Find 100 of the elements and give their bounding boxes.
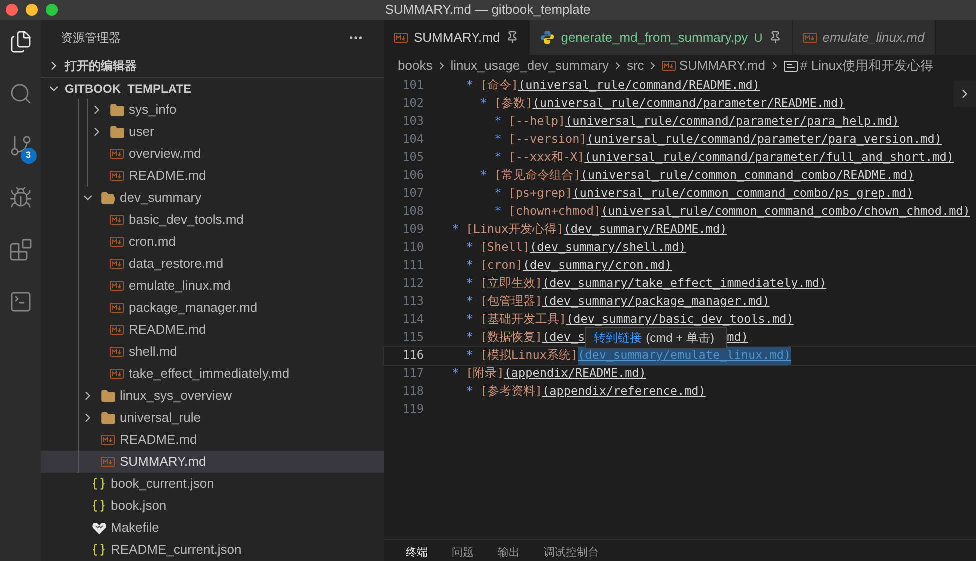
folder-icon: [100, 410, 116, 426]
link-url[interactable]: (appendix/reference.md): [542, 383, 706, 401]
link-label: [chown+chmod]: [508, 203, 602, 220]
breadcrumb-item[interactable]: src: [626, 56, 644, 76]
link-url[interactable]: (universal_rule/command/parameter/README.md): [532, 95, 846, 113]
link-url[interactable]: md): [727, 329, 748, 347]
link-label: [--version]: [508, 131, 587, 148]
folder-item[interactable]: user: [41, 121, 384, 143]
line-number: 101: [402, 77, 424, 94]
link-label: [数据恢复]: [480, 329, 543, 346]
folder-icon: [110, 124, 124, 140]
file-item[interactable]: basic_dev_tools.md: [41, 209, 384, 231]
folder-item[interactable]: universal_rule: [41, 407, 384, 429]
line-number: 118: [402, 383, 424, 400]
link-url[interactable]: (dev_s: [542, 329, 586, 347]
link-url[interactable]: (universal_rule/command/README.md): [518, 77, 760, 95]
file-item[interactable]: README.md: [41, 165, 384, 187]
link-url[interactable]: (dev_summary/shell.md): [530, 239, 686, 257]
markdown-file-icon: [110, 303, 124, 313]
pin-icon[interactable]: [506, 31, 520, 44]
link-url[interactable]: (dev_summary/README.md): [564, 221, 728, 239]
link-label: [ps+grep]: [508, 185, 573, 202]
link-url[interactable]: (dev_summary/package_manager.md): [542, 293, 770, 311]
file-item[interactable]: data_restore.md: [41, 253, 384, 275]
panel-tab[interactable]: 问题: [452, 545, 474, 561]
link-url[interactable]: (universal_rule/common_command_combo/README.md): [580, 167, 915, 185]
breadcrumb-item[interactable]: linux_usage_dev_summary: [450, 56, 609, 76]
file-item[interactable]: Makefile: [41, 517, 384, 539]
link-url[interactable]: (universal_rule/common_command_combo/chown_chmod.md): [601, 203, 970, 221]
link-label: [--help]: [508, 113, 566, 130]
folder-item[interactable]: sys_info: [41, 99, 384, 121]
editor-tab[interactable]: emulate_linux.md: [792, 20, 936, 55]
list-bullet: *: [465, 257, 474, 274]
tooltip-hint: (cmd + 单击): [646, 330, 714, 347]
line-number: 102: [402, 95, 424, 112]
markdown-file-icon: [394, 32, 408, 42]
minimize-window-button[interactable]: [26, 4, 38, 16]
pin-icon[interactable]: [768, 31, 782, 44]
file-item[interactable]: package_manager.md: [41, 297, 384, 319]
link-label: [模拟Linux系统]: [480, 347, 578, 364]
folder-icon: [110, 102, 124, 118]
zoom-window-button[interactable]: [46, 4, 58, 16]
line-number: 112: [402, 275, 424, 292]
file-item[interactable]: emulate_linux.md: [41, 275, 384, 297]
link-url[interactable]: (dev_summary/basic_dev_tools.md): [566, 311, 794, 329]
line-number: 119: [402, 401, 424, 418]
link-url[interactable]: (appendix/README.md): [504, 365, 646, 383]
close-window-button[interactable]: [6, 4, 18, 16]
file-item[interactable]: book.json: [41, 495, 384, 517]
breadcrumb-item[interactable]: books: [398, 56, 433, 76]
line-number: 108: [402, 203, 424, 220]
file-item[interactable]: book_current.json: [41, 473, 384, 495]
link-label: [--xxx和-X]: [508, 149, 585, 166]
markdown-file-icon: [110, 259, 124, 269]
folder-item[interactable]: linux_sys_overview: [41, 385, 384, 407]
breadcrumb-item[interactable]: # Linux使用和开发心得: [800, 56, 934, 76]
search-icon[interactable]: [8, 82, 32, 106]
panel-tab[interactable]: 终端: [406, 545, 428, 561]
line-number: 116: [402, 347, 424, 364]
link-url[interactable]: (universal_rule/command/parameter/para_help.md): [566, 113, 900, 131]
list-bullet: *: [452, 221, 460, 238]
panel-tab[interactable]: 调试控制台: [544, 545, 599, 561]
markdown-file-icon: [110, 281, 124, 291]
link-url[interactable]: (universal_rule/command/parameter/full_and_short.md): [584, 149, 954, 167]
markdown-file-icon: [802, 32, 817, 42]
file-item[interactable]: README_current.json: [41, 539, 384, 561]
editor-tab[interactable]: generate_md_from_summary.py U: [530, 20, 793, 55]
panel-tab[interactable]: 输出: [498, 545, 520, 561]
file-item[interactable]: cron.md: [41, 231, 384, 253]
markdown-file-icon: [662, 61, 676, 71]
notification-badge: 3: [20, 148, 36, 164]
list-bullet: *: [494, 185, 502, 202]
list-bullet: *: [494, 131, 502, 148]
terminal-icon[interactable]: [8, 290, 32, 314]
line-number: 107: [402, 185, 424, 202]
file-item[interactable]: take_effect_immediately.md: [41, 363, 384, 385]
link-label: [立即生效]: [480, 275, 543, 292]
sidebar-title: 资源管理器: [61, 30, 121, 46]
link-url[interactable]: (universal_rule/command/parameter/para_version.md): [586, 131, 942, 149]
link-url[interactable]: (dev_summary/take_effect_immediately.md): [542, 275, 827, 293]
run-debug-icon[interactable]: [8, 186, 32, 210]
breadcrumb-item[interactable]: SUMMARY.md: [679, 56, 766, 76]
files-icon[interactable]: [8, 30, 32, 54]
link-label: [命令]: [480, 77, 519, 94]
file-item[interactable]: overview.md: [41, 143, 384, 165]
link-url[interactable]: (dev_summary/cron.md): [522, 257, 672, 275]
editor-tab[interactable]: SUMMARY.md: [384, 20, 530, 55]
link-url[interactable]: (universal_rule/common_command_combo/ps_grep.md): [572, 185, 914, 203]
scroll-right-button[interactable]: [954, 81, 976, 107]
source-control-icon[interactable]: [8, 134, 32, 158]
file-item[interactable]: README.md: [41, 319, 384, 341]
markdown-file-icon: [110, 237, 124, 247]
folder-item[interactable]: dev_summary: [41, 187, 384, 209]
file-item[interactable]: shell.md: [41, 341, 384, 363]
list-bullet: *: [465, 77, 474, 94]
list-bullet: *: [465, 329, 474, 346]
file-item[interactable]: README.md: [41, 429, 384, 451]
extensions-icon[interactable]: [8, 238, 32, 262]
follow-link[interactable]: 转到链接: [594, 329, 642, 347]
file-item[interactable]: SUMMARY.md: [41, 451, 384, 473]
